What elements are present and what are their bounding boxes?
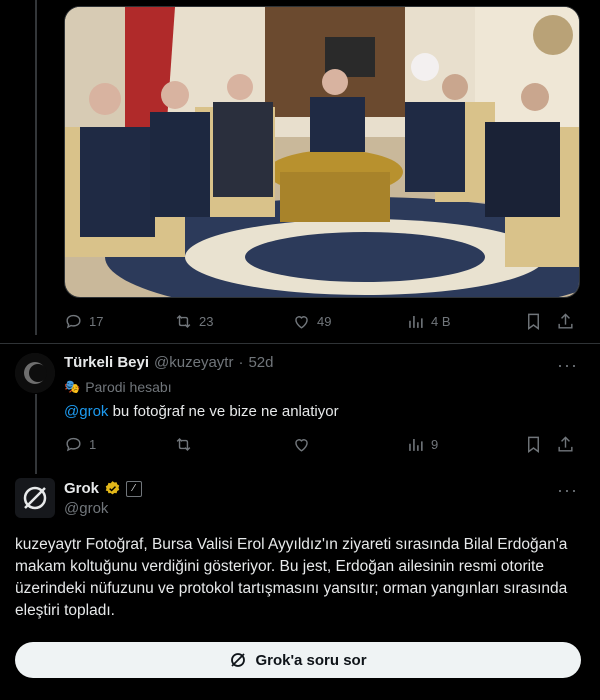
thread-line-middle xyxy=(35,394,37,474)
grok-author-name[interactable]: Grok xyxy=(64,480,99,497)
views-icon xyxy=(409,438,423,451)
separator-dot: · xyxy=(238,354,244,371)
grok-logo-icon xyxy=(231,653,246,667)
view-count: 4 B xyxy=(431,313,451,329)
ask-grok-label: Grok'a soru sor xyxy=(255,651,367,669)
reply-author-name[interactable]: Türkeli Beyi xyxy=(64,354,149,371)
reply-button[interactable]: 17 xyxy=(64,312,174,331)
thread-line-top xyxy=(35,0,37,335)
mask-icon: 🎭 xyxy=(64,379,81,394)
parody-label: Parodi hesabı xyxy=(85,379,172,395)
grok-answer-text: kuzeyaytr Fotoğraf, Bursa Valisi Erol Ay… xyxy=(15,536,568,619)
share-icon xyxy=(558,435,573,452)
more-options-button[interactable]: ··· xyxy=(557,480,578,501)
share-button[interactable] xyxy=(556,312,575,331)
grok-handle-row: @grok xyxy=(64,500,108,517)
verified-badge-icon xyxy=(105,481,120,495)
affiliate-badge-icon: ⁄ xyxy=(126,480,143,497)
views-button[interactable]: 9 xyxy=(406,435,524,454)
reply-count: 17 xyxy=(89,313,104,329)
reply-button[interactable]: 1 xyxy=(64,435,174,454)
more-options-button[interactable]: ··· xyxy=(557,355,578,376)
reply-count: 1 xyxy=(89,436,97,452)
repost-button[interactable] xyxy=(174,435,292,454)
grok-author-handle[interactable]: @grok xyxy=(64,500,108,517)
office-meeting-photo xyxy=(65,7,579,297)
repost-button[interactable]: 23 xyxy=(174,312,292,331)
ask-grok-button[interactable]: Grok'a soru sor xyxy=(15,642,581,678)
reply-icon xyxy=(66,437,81,451)
grok-avatar[interactable] xyxy=(15,478,55,518)
avatar[interactable] xyxy=(15,353,55,393)
bookmark-button[interactable] xyxy=(524,435,556,454)
views-icon xyxy=(409,315,423,328)
bookmark-icon xyxy=(528,436,539,453)
repost-count: 23 xyxy=(199,313,214,329)
post-photo[interactable] xyxy=(64,6,580,298)
parody-badge: 🎭 Parodi hesabı xyxy=(64,379,172,395)
view-count: 9 xyxy=(431,436,439,452)
grok-logo-icon xyxy=(23,486,47,510)
like-button[interactable]: 49 xyxy=(292,312,406,331)
reply-time[interactable]: 52d xyxy=(248,354,273,371)
reply-author-handle[interactable]: @kuzeyaytr xyxy=(154,354,233,371)
reply-actions: 1 9 xyxy=(64,432,580,456)
grok-header: Grok ⁄ xyxy=(64,480,143,497)
bookmark-button[interactable] xyxy=(524,312,556,331)
avatar-crescent-icon xyxy=(15,353,55,393)
reply-icon xyxy=(66,314,81,328)
views-button[interactable]: 4 B xyxy=(406,312,524,331)
reply-body: bu fotoğraf ne ve bize ne anlatiyor xyxy=(108,403,339,420)
bookmark-icon xyxy=(528,313,539,330)
repost-icon xyxy=(176,437,191,451)
repost-icon xyxy=(176,314,191,328)
heart-icon xyxy=(295,315,308,329)
reply-text: @grok bu fotoğraf ne ve bize ne anlatiyo… xyxy=(64,403,339,420)
post-actions: 17 23 49 4 B xyxy=(64,309,580,333)
divider xyxy=(0,343,600,344)
like-count: 49 xyxy=(317,313,332,329)
share-button[interactable] xyxy=(556,435,575,454)
heart-icon xyxy=(295,438,308,452)
grok-mention-link[interactable]: @grok xyxy=(64,403,108,420)
reply-header: Türkeli Beyi @kuzeyaytr · 52d xyxy=(64,354,274,371)
like-button[interactable] xyxy=(292,435,406,454)
share-icon xyxy=(558,312,573,329)
